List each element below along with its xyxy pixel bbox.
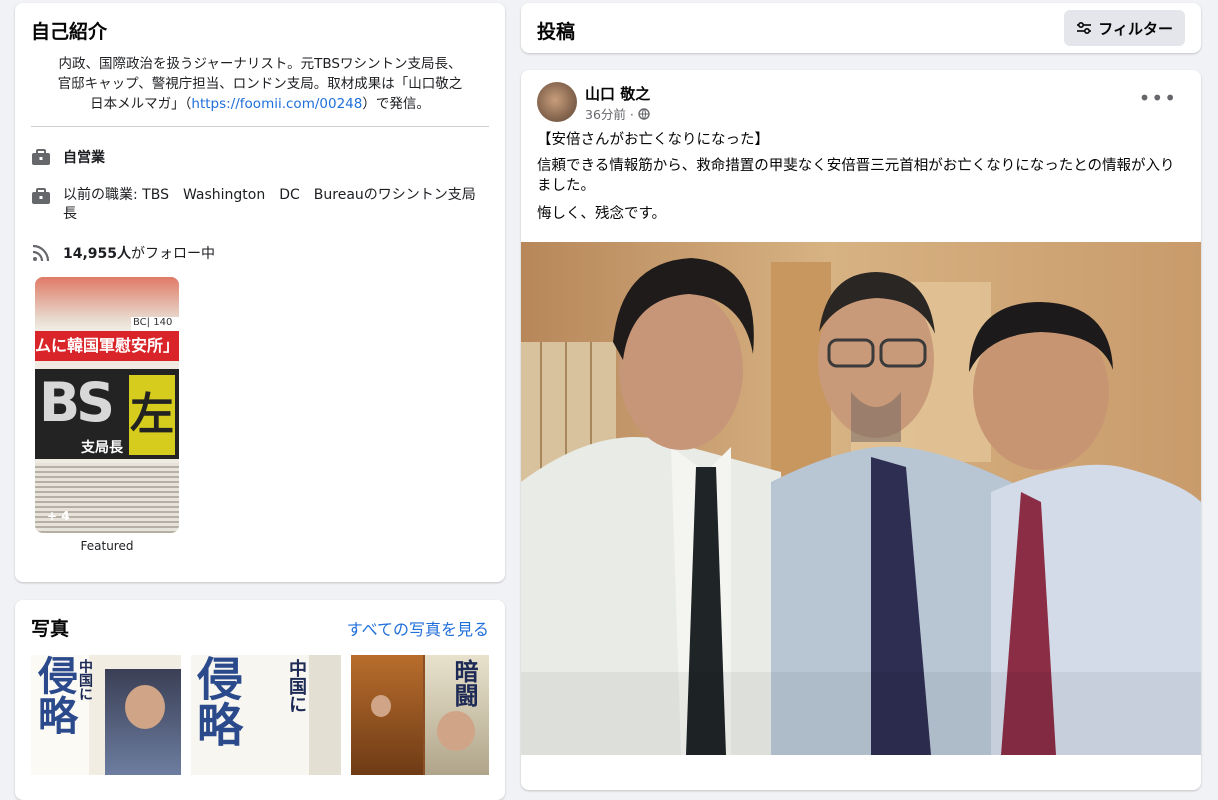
bio-line: 内政、国際政治を扱うジャーナリスト。元TBSワシントン支局長、 (58, 56, 462, 72)
followers-count: 14,955人 (63, 246, 132, 262)
posts-title: 投稿 (537, 21, 576, 43)
photos-card: 写真 すべての写真を見る 侵略 中国に 侵略 中国に 暗闘 (15, 600, 505, 800)
featured-big-kanji: 左 (129, 375, 175, 455)
filter-button[interactable]: フィルター (1064, 10, 1185, 46)
post-photo-image (521, 242, 1201, 755)
followers-text[interactable]: 14,955人がフォロー中 (63, 243, 215, 263)
prev-job-text: 以前の職業: TBS Washington DC Bureauのワシントン支局長 (63, 187, 476, 222)
post-text-headline: 【安倍さんがお亡くなりになった】 (537, 132, 769, 148)
thumb-title: 侵略 (31, 655, 77, 735)
featured-big-text: BS (39, 371, 115, 434)
intro-card: 自己紹介 内政、国際政治を扱うジャーナリスト。元TBSワシントン支局長、 官邸キ… (15, 3, 505, 582)
bio-link[interactable]: https://foomii.com/00248 (191, 96, 362, 112)
featured-big-headline: BS 左 支局長 (35, 369, 179, 459)
avatar[interactable] (537, 82, 577, 122)
briefcase-icon (32, 188, 50, 204)
photo-thumb[interactable]: 侵略 中国に (31, 655, 181, 775)
featured-headline: ムに韓国軍慰安所」 (35, 331, 179, 361)
featured-sub-text: 支局長 (81, 440, 123, 456)
photo-thumb[interactable]: 侵略 中国に (191, 655, 341, 775)
photos-title: 写真 (31, 618, 70, 640)
more-options-icon[interactable]: ••• (1139, 88, 1177, 108)
bio-line: ）で発信。 (362, 96, 430, 112)
rss-icon (32, 244, 50, 262)
featured-more-count: + 4 (47, 509, 70, 523)
photo-thumb[interactable]: 暗闘 (351, 655, 489, 775)
briefcase-icon (32, 149, 50, 165)
intro-bio: 内政、国際政治を扱うジャーナリスト。元TBSワシントン支局長、 官邸キャップ、警… (31, 54, 489, 114)
thumb-title: 暗闘 (450, 659, 478, 707)
featured-label: Featured (80, 539, 134, 553)
see-all-photos-link[interactable]: すべての写真を見る (347, 616, 489, 640)
work-row: 自営業 (31, 147, 105, 167)
thumb-subtitle: 中国に (77, 659, 93, 701)
followers-suffix: がフォロー中 (131, 246, 216, 262)
work-label: 自営業 (63, 150, 105, 166)
thumb-title: 侵略 (191, 655, 244, 747)
divider (31, 126, 489, 127)
prev-job-row: 以前の職業: TBS Washington DC Bureauのワシントン支局長 (31, 186, 489, 224)
filter-label: フィルター (1098, 19, 1173, 38)
post-text-closing: 悔しく、残念です。 (537, 206, 667, 222)
post-card: 山口 敬之 36分前 · ••• 【安倍さんがお亡くなりになった】 信頼できる情… (521, 70, 1201, 790)
bio-line: 日本メルマガ」（ (90, 96, 192, 112)
intro-title: 自己紹介 (31, 21, 108, 43)
post-time[interactable]: 36分前 · (585, 104, 634, 123)
followers-row: 14,955人がフォロー中 (31, 243, 215, 263)
posts-header: 投稿 フィルター (521, 3, 1201, 53)
thumb-subtitle: 中国に (286, 659, 307, 713)
bio-line: 官邸キャップ、警視庁担当、ロンドン支局。取材成果は「山口敬之 (57, 76, 463, 92)
post-meta: 36分前 · (585, 104, 650, 123)
post-photo[interactable] (521, 242, 1201, 755)
featured-collection[interactable]: BC| 140円 ムに韓国軍慰安所」 BS 左 支局長 + 4 (35, 277, 179, 533)
sliders-icon (1077, 21, 1092, 35)
post-text-body: 信頼できる情報筋から、救命措置の甲斐なく安倍晋三元首相がお亡くなりになったとの情… (537, 158, 1175, 194)
post-author[interactable]: 山口 敬之 (585, 83, 650, 104)
globe-icon (638, 107, 650, 120)
